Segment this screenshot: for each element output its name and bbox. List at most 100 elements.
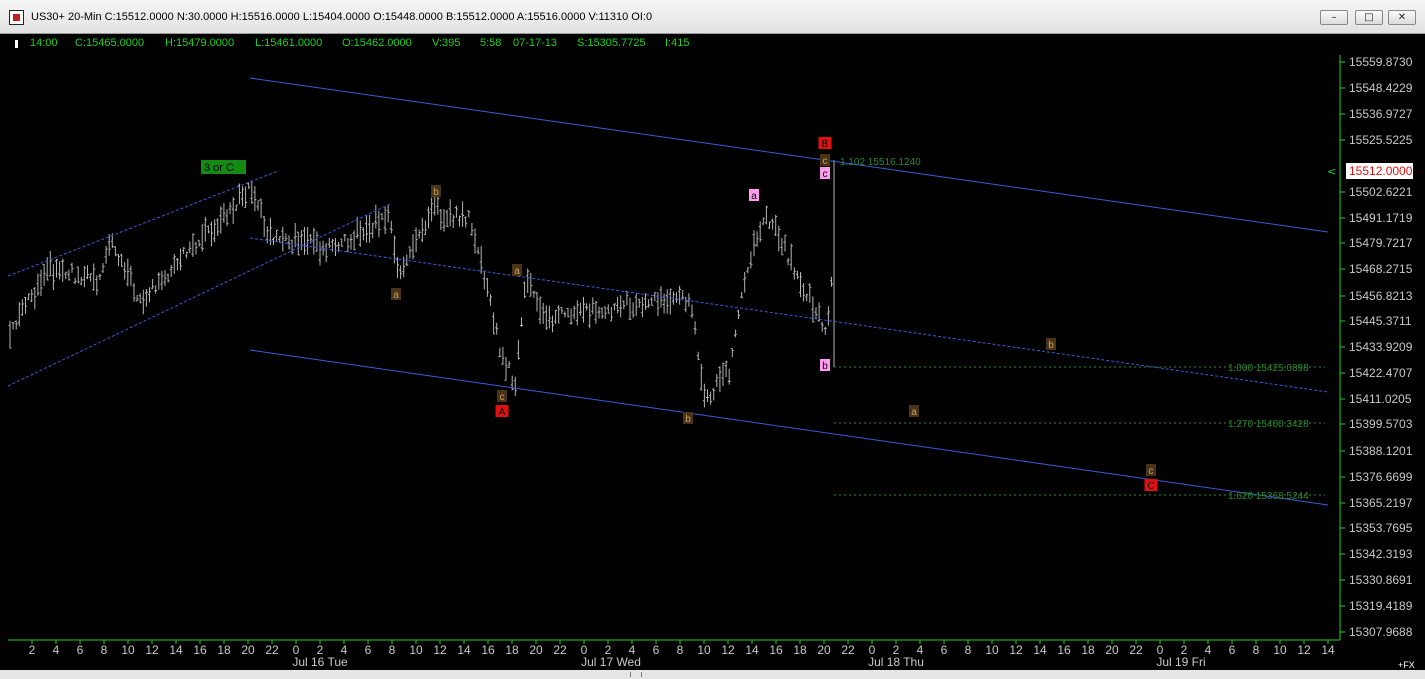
time-tick-label: 12 [1297,643,1311,657]
wave-label: a [751,191,757,202]
wave-label: b [822,361,828,372]
time-tick-label: 18 [1081,643,1095,657]
fib-label-1102: 1.102 15516.1240 [840,157,921,168]
price-chart[interactable]: 1.102 15516.1240 1.000 15425.0898 1.270 … [0,0,1425,679]
time-tick-label: 10 [985,643,999,657]
wave-label: b [685,414,691,425]
time-tick-label: 6 [77,643,84,657]
time-tick-label: 20 [529,643,543,657]
time-axis-ticks: 2 4 6 8 10 12 14 16 18 20 22 0 2 4 6 8 10 12 14 16 18 20 22 0 2 4… [29,640,1335,669]
price-tick-label: 15445.3711 [1349,314,1412,328]
time-tick-label: 6 [653,643,660,657]
upper-channel-line [249,77,1329,233]
scroll-grip-icon[interactable] [630,672,642,677]
rising-channel-lower [7,202,393,387]
time-tick-label: 22 [1129,643,1143,657]
current-price-tag: 15512.0000 [1346,163,1418,179]
time-tick-label: 12 [145,643,159,657]
wave-3-or-c-label: 3 or C [204,162,234,174]
wave-label: C [1147,481,1154,492]
price-tick-label: 15399.5703 [1349,417,1413,431]
price-tick-label: 15548.4229 [1349,81,1413,95]
price-tick-label: 15536.9727 [1349,107,1413,121]
price-tick-label: 15491.1719 [1349,211,1413,225]
price-axis-ticks: 15559.8730 15548.4229 15536.9727 15525.5225… [1340,55,1413,639]
price-tick-label: 15559.8730 [1349,55,1413,69]
price-tick-label: 15525.5225 [1349,133,1413,147]
time-tick-label: 10 [409,643,423,657]
time-tick-label: 16 [481,643,495,657]
time-tick-label: 10 [697,643,711,657]
price-tick-label: 15388.1201 [1349,444,1413,458]
wave-label: b [1048,340,1054,351]
time-tick-label: 10 [121,643,135,657]
time-tick-label: 18 [793,643,807,657]
time-tick-label: 6 [941,643,948,657]
price-tick-label: 15422.4707 [1349,366,1413,380]
fib-label-1270: 1.270 15400.3428 [1228,419,1309,430]
time-tick-label: 12 [433,643,447,657]
time-tick-label: 14 [169,643,183,657]
fx-label[interactable]: +FX [1398,660,1415,670]
wave-label: b [433,187,439,198]
price-tick-label: 15319.4189 [1349,599,1413,613]
wave-label: a [393,290,399,301]
horizontal-scrollbar[interactable] [0,670,1425,679]
time-tick-label: 10 [1273,643,1287,657]
time-tick-label: 20 [241,643,255,657]
time-tick-label: 4 [53,643,60,657]
time-tick-label: 18 [505,643,519,657]
middle-channel-line [249,237,1329,393]
time-tick-label: 8 [101,643,108,657]
time-tick-label: 20 [817,643,831,657]
wave-label: a [911,407,917,418]
wave-labels: abcAababcBcbabcC [391,137,1158,492]
price-tick-label: 15433.9209 [1349,340,1413,354]
time-tick-label: 4 [1205,643,1212,657]
price-tick-label: 15456.8213 [1349,289,1413,303]
time-tick-label: 20 [1105,643,1119,657]
time-tick-label: 18 [217,643,231,657]
time-tick-label: 2 [29,643,36,657]
right-scrollbar[interactable] [1413,34,1425,660]
fib-label-1000: 1.000 15425.0898 [1228,363,1309,374]
time-tick-label: 6 [1229,643,1236,657]
price-tick-label: 15365.2197 [1349,496,1413,510]
current-price-marker: < [1327,165,1337,178]
price-tick-label: 15307.9688 [1349,625,1413,639]
day-label: Jul 19 Fri [1156,655,1205,669]
wave-label: c [500,392,505,403]
price-tick-label: 15330.8691 [1349,573,1413,587]
price-tick-label: 15376.6699 [1349,470,1413,484]
time-tick-label: 8 [965,643,972,657]
price-tick-label: 15502.6221 [1349,185,1413,199]
price-tick-label: 15342.3193 [1349,547,1413,561]
wave-label: A [499,407,506,418]
time-tick-label: 14 [1033,643,1047,657]
wave-label: a [514,266,520,277]
price-tick-label: 15411.0205 [1349,392,1412,406]
time-tick-label: 14 [745,643,759,657]
time-tick-label: 14 [457,643,471,657]
wave-label: c [823,169,828,180]
time-tick-label: 22 [265,643,279,657]
wave-label: c [1149,466,1154,477]
time-tick-label: 16 [193,643,207,657]
time-tick-label: 22 [841,643,855,657]
price-bars [8,160,835,408]
time-tick-label: 8 [389,643,396,657]
time-tick-label: 16 [1057,643,1071,657]
time-tick-label: 6 [365,643,372,657]
day-label: Jul 18 Thu [868,655,924,669]
time-tick-label: 8 [1253,643,1260,657]
time-tick-label: 8 [677,643,684,657]
rising-channel-upper [7,170,279,277]
time-tick-label: 12 [1009,643,1023,657]
lower-channel-line [249,349,1329,506]
time-tick-label: 16 [769,643,783,657]
price-tick-label: 15468.2715 [1349,262,1413,276]
price-tick-label: 15479.7217 [1349,236,1413,250]
wave-label: B [822,139,829,150]
price-tick-label: 15353.7695 [1349,521,1413,535]
time-tick-label: 22 [553,643,567,657]
